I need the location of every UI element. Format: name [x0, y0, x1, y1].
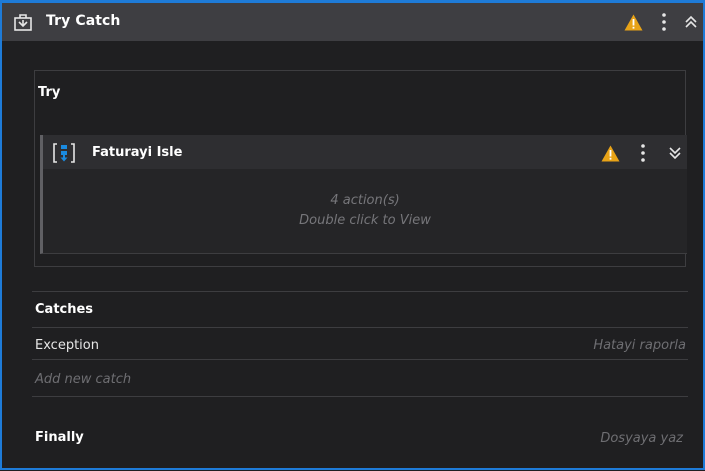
expand-icon[interactable]: [668, 146, 682, 160]
catch-row[interactable]: Exception Hatayi raporla: [32, 328, 688, 359]
sequence-icon: [53, 143, 75, 163]
sequence-view-hint[interactable]: Double click to View: [43, 213, 687, 228]
collapse-icon[interactable]: [684, 14, 698, 30]
more-options-icon[interactable]: [640, 143, 646, 163]
activity-header[interactable]: Try Catch: [2, 3, 703, 41]
sequence-header[interactable]: Faturayi Isle: [43, 135, 687, 169]
divider: [32, 291, 688, 292]
sequence-action-count: 4 action(s): [330, 193, 400, 208]
divider: [32, 396, 688, 397]
try-catch-icon: [14, 14, 32, 31]
catch-exception-type: Exception: [35, 338, 99, 353]
warning-icon[interactable]: [624, 14, 643, 31]
catches-label: Catches: [35, 302, 94, 317]
divider: [32, 359, 688, 360]
activity-title: Try Catch: [46, 13, 121, 29]
try-catch-activity[interactable]: Try Catch Try Faturayi Isle 4 action(s) …: [0, 0, 705, 470]
more-options-icon[interactable]: [661, 12, 667, 32]
add-new-catch[interactable]: Add new catch: [35, 372, 131, 387]
try-section[interactable]: Try Faturayi Isle 4 action(s) Double cli…: [34, 70, 687, 267]
finally-handler[interactable]: Dosyaya yaz: [600, 431, 683, 446]
warning-icon[interactable]: [601, 145, 620, 162]
try-label: Try: [38, 85, 61, 100]
finally-label: Finally: [35, 430, 84, 445]
sequence-title: Faturayi Isle: [92, 145, 183, 160]
catch-handler: Hatayi raporla: [593, 338, 686, 353]
sequence-activity[interactable]: Faturayi Isle 4 action(s) Double click t…: [40, 135, 687, 254]
